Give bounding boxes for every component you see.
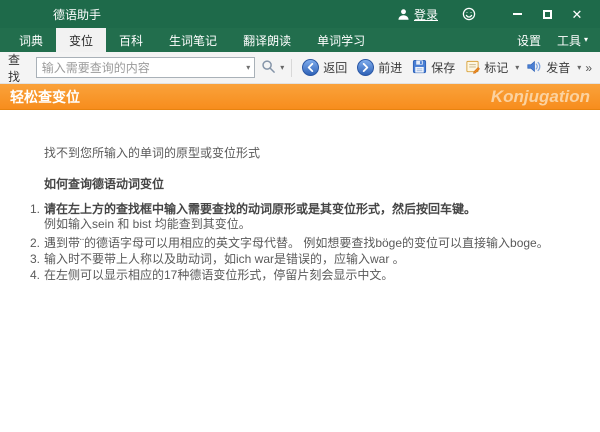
toolbar-overflow-chevron[interactable]: »	[585, 61, 592, 75]
back-icon	[302, 59, 320, 76]
mark-label: 标记	[484, 61, 509, 75]
step-number: 3.	[30, 252, 41, 266]
not-found-message: 找不到您所输入的单词的原型或变位形式	[44, 146, 261, 160]
app-title: 德语助手	[53, 7, 102, 22]
forward-label: 前进	[378, 61, 403, 75]
search-button[interactable]	[255, 56, 278, 80]
section-banner: 轻松查变位 Konjugation	[0, 84, 600, 110]
tools-label: 工具	[556, 33, 581, 48]
settings-label: 设置	[516, 33, 541, 48]
howto-step-1: 1. 请在左上方的查找框中输入需要查找的动词原形或是其变位形式，然后按回车键。 …	[30, 202, 580, 232]
step-text: 在左侧可以显示相应的17种德语变位形式，停留片刻会显示中文。	[44, 268, 394, 282]
close-button[interactable]: ✕	[562, 4, 592, 24]
mark-dropdown-icon[interactable]: ▾	[515, 63, 519, 72]
feedback-smiley-icon[interactable]	[462, 7, 476, 21]
step-text: 遇到带¨的德语字母可以用相应的英文字母代替。 例如想要查找böge的变位可以直接…	[44, 236, 549, 250]
howto-heading: 如何查询德语动词变位	[44, 177, 165, 191]
mark-button[interactable]: 标记	[460, 56, 513, 80]
step-number: 4.	[30, 268, 41, 282]
german-flag-icon	[26, 8, 43, 20]
search-toolbar: 查找 ▾ ▾ 返回 前进	[0, 52, 600, 84]
user-icon	[397, 8, 410, 21]
help-content: 找不到您所输入的单词的原型或变位形式 如何查询德语动词变位 1. 请在左上方的查…	[0, 110, 600, 283]
forward-icon	[357, 59, 375, 76]
step-text: 请在左上方的查找框中输入需要查找的动词原形或是其变位形式，然后按回车键。	[44, 202, 477, 216]
minimize-button[interactable]	[502, 4, 532, 24]
tab-encyclopedia[interactable]: 百科	[106, 28, 156, 52]
login-button[interactable]: 登录	[397, 6, 438, 23]
save-label: 保存	[431, 61, 456, 75]
tab-dictionary[interactable]: 词典	[6, 28, 56, 52]
tab-conjugation[interactable]: 变位	[56, 28, 107, 52]
maximize-button[interactable]	[532, 4, 562, 24]
howto-step-4: 4. 在左侧可以显示相应的17种德语变位形式，停留片刻会显示中文。	[30, 268, 580, 283]
toolbar-separator	[291, 58, 293, 77]
tab-vocabulary-notes[interactable]: 生词笔记	[156, 28, 230, 52]
tab-translate-read[interactable]: 翻译朗读	[230, 28, 304, 52]
tools-menu[interactable]: 工具 ▾	[557, 32, 588, 49]
step-number: 2.	[30, 236, 41, 250]
pronounce-button[interactable]: 发音	[521, 56, 575, 80]
search-combobox[interactable]: ▾	[35, 57, 256, 78]
forward-button[interactable]: 前进	[352, 56, 407, 79]
settings-menu[interactable]: 设置	[517, 32, 541, 49]
login-label[interactable]: 登录	[414, 6, 438, 23]
back-button[interactable]: 返回	[297, 56, 352, 79]
banner-title: 轻松查变位	[10, 88, 80, 105]
pronounce-label: 发音	[546, 61, 571, 75]
howto-step-2: 2. 遇到带¨的德语字母可以用相应的英文字母代替。 例如想要查找böge的变位可…	[30, 236, 580, 251]
howto-step-3: 3. 输入时不要带上人称以及助动词，如ich war是错误的，应输入war 。	[30, 252, 580, 267]
find-label: 查找	[8, 52, 21, 84]
titlebar: 德语助手 登录 ✕	[0, 0, 600, 28]
combo-dropdown-icon[interactable]: ▾	[244, 63, 252, 72]
pronounce-dropdown-icon[interactable]: ▾	[577, 63, 581, 72]
search-options-dropdown-icon[interactable]: ▾	[280, 63, 284, 72]
save-button[interactable]: 保存	[407, 56, 460, 80]
step-text-example: 例如输入sein 和 bist 均能查到其变位。	[44, 217, 251, 231]
mark-icon	[465, 59, 481, 77]
step-number: 1.	[30, 202, 41, 216]
save-icon	[412, 59, 427, 77]
menubar: 词典 变位 百科 生词笔记 翻译朗读 单词学习 设置 工具 ▾	[0, 28, 600, 52]
search-input[interactable]	[41, 60, 245, 75]
search-icon	[261, 59, 276, 77]
chevron-down-icon: ▾	[583, 35, 588, 44]
back-label: 返回	[323, 61, 348, 75]
speaker-icon	[526, 59, 542, 77]
tab-word-study[interactable]: 单词学习	[304, 28, 378, 52]
banner-subtitle: Konjugation	[490, 86, 590, 106]
step-text: 输入时不要带上人称以及助动词，如ich war是错误的，应输入war 。	[44, 252, 405, 266]
